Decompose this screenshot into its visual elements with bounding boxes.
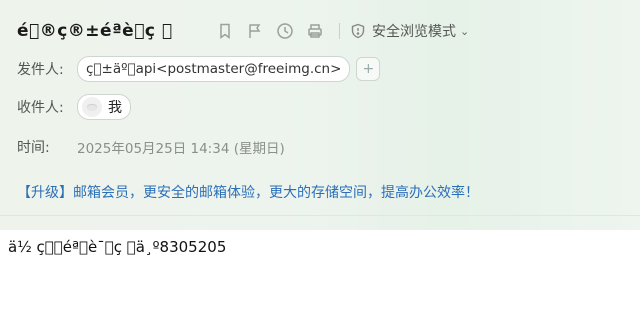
bookmark-icon[interactable] <box>215 21 235 41</box>
email-header: é ®ç®±éªè ç   安全浏览模式 ⌄ 发件人: ç ±äº api<po… <box>0 0 640 230</box>
sender-label: 发件人: <box>17 62 64 78</box>
time-value: 2025年05月25日 14:34 (星期日) <box>77 141 285 157</box>
recipient-row: 收件人: 我 <box>17 94 131 120</box>
toolbar-divider <box>339 23 340 39</box>
recipient-chip[interactable]: 我 <box>77 94 131 120</box>
time-row: 时间: 2025年05月25日 14:34 (星期日) <box>17 137 285 157</box>
recipient-label: 收件人: <box>17 100 64 116</box>
add-contact-button[interactable]: + <box>356 57 381 81</box>
print-icon[interactable] <box>305 21 325 41</box>
email-body-text: ä½ ç  éª è¯ ç  ä¸º8305205 <box>8 238 227 256</box>
flag-icon[interactable] <box>245 21 265 41</box>
email-body: ä½ ç  éª è¯ ç  ä¸º8305205 <box>0 230 640 315</box>
sender-chip[interactable]: ç ±äº api<postmaster@freeimg.cn> <box>77 56 351 82</box>
avatar <box>82 97 102 117</box>
email-subject: é ®ç®±éªè ç   <box>17 21 173 41</box>
toolbar: 安全浏览模式 ⌄ <box>215 18 469 44</box>
safe-mode-button[interactable]: 安全浏览模式 ⌄ <box>350 21 469 41</box>
sender-row: 发件人: ç ±äº api<postmaster@freeimg.cn> + <box>17 56 381 82</box>
recipient-name: 我 <box>108 100 122 116</box>
header-divider <box>0 215 640 216</box>
time-label: 时间: <box>17 140 50 156</box>
chevron-down-icon: ⌄ <box>460 24 470 38</box>
clock-icon[interactable] <box>275 21 295 41</box>
safe-mode-label: 安全浏览模式 <box>372 24 456 40</box>
upgrade-promo-link[interactable]: 【升级】邮箱会员，更安全的邮箱体验，更大的存储空间，提高办公效率！ <box>17 182 479 202</box>
shield-icon <box>351 23 365 39</box>
subject-row: é ®ç®±éªè ç   <box>17 18 173 44</box>
